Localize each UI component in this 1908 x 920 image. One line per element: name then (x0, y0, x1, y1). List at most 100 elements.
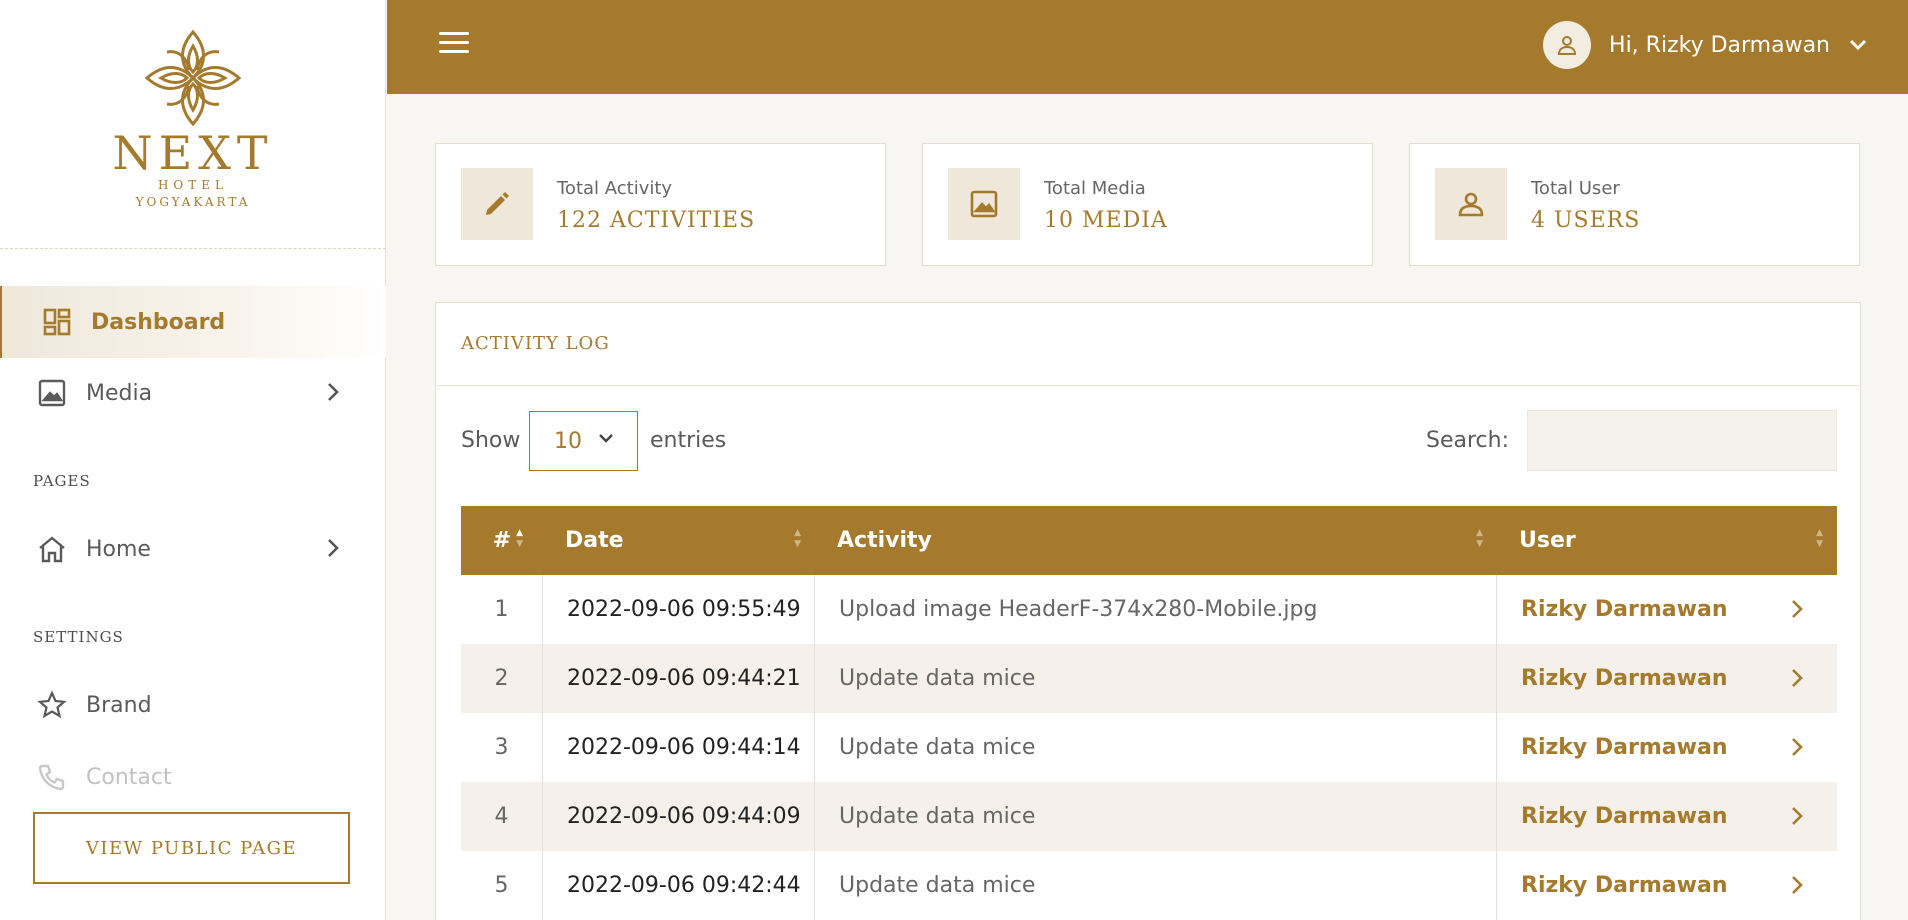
user-link[interactable]: Rizky Darmawan (1521, 804, 1727, 829)
image-icon (36, 377, 68, 409)
sidebar: NEXT HOTEL YOGYAKARTA Dashboard Media PA… (0, 0, 386, 920)
search-input[interactable] (1527, 410, 1837, 471)
user-link[interactable]: Rizky Darmawan (1521, 597, 1727, 622)
star-icon (36, 689, 68, 721)
section-heading-pages: PAGES (33, 472, 91, 490)
phone-icon (36, 761, 68, 793)
sidebar-item-media[interactable]: Media (0, 357, 386, 429)
stat-card-media: Total Media 10 MEDIA (922, 143, 1373, 266)
panel-title: ACTIVITY LOG (461, 333, 610, 354)
activity-table: # ▲ ▼ Date ▲ ▼ Activity ▲ ▼ User ▲ ▼ 1 2022-… (461, 506, 1837, 920)
table-row: 4 2022-09-06 09:44:09 Update data mice R… (461, 782, 1837, 851)
stat-label: Total User (1531, 178, 1620, 199)
row-number: 1 (461, 575, 543, 644)
user-menu[interactable]: Hi, Rizky Darmawan (1543, 20, 1868, 70)
sort-icon: ▲ ▼ (794, 528, 801, 549)
user-link[interactable]: Rizky Darmawan (1521, 666, 1727, 691)
row-number: 2 (461, 644, 543, 713)
row-user[interactable]: Rizky Darmawan (1497, 644, 1837, 713)
show-label: Show (461, 428, 521, 453)
entries-label: entries (650, 428, 727, 453)
user-greeting: Hi, Rizky Darmawan (1609, 32, 1830, 58)
user-icon (1435, 168, 1507, 240)
row-activity: Update data mice (815, 782, 1497, 851)
topbar: Hi, Rizky Darmawan (387, 0, 1908, 94)
stat-card-activity: Total Activity 122 ACTIVITIES (435, 143, 886, 266)
entries-value: 10 (554, 428, 582, 454)
row-user[interactable]: Rizky Darmawan (1497, 713, 1837, 782)
sidebar-item-label: Brand (86, 692, 152, 718)
pencil-icon (461, 168, 533, 240)
table-row: 3 2022-09-06 09:44:14 Update data mice R… (461, 713, 1837, 782)
stat-label: Total Media (1044, 178, 1146, 199)
chevron-right-icon[interactable] (1791, 599, 1803, 619)
stat-value: 4 USERS (1531, 208, 1641, 233)
row-activity: Update data mice (815, 644, 1497, 713)
sidebar-item-contact[interactable]: Contact (0, 741, 386, 813)
row-date: 2022-09-06 09:44:14 (543, 713, 815, 782)
row-date: 2022-09-06 09:55:49 (543, 575, 815, 644)
sort-icon: ▲ ▼ (1816, 528, 1823, 549)
chevron-down-icon (599, 434, 613, 443)
user-icon (1558, 36, 1577, 55)
table-row: 2 2022-09-06 09:44:21 Update data mice R… (461, 644, 1837, 713)
image-icon (948, 168, 1020, 240)
sidebar-item-home[interactable]: Home (0, 513, 386, 585)
chevron-right-icon[interactable] (1791, 668, 1803, 688)
chevron-right-icon[interactable] (1791, 737, 1803, 757)
column-header-date[interactable]: Date ▲ ▼ (543, 506, 815, 575)
row-activity: Update data mice (815, 851, 1497, 920)
row-number: 3 (461, 713, 543, 782)
row-activity: Upload image HeaderF-374x280-Mobile.jpg (815, 575, 1497, 644)
activity-log-panel: ACTIVITY LOG Show 10 entries Search: # ▲… (435, 302, 1861, 920)
dashboard-icon (41, 306, 73, 338)
sidebar-item-label: Contact (86, 764, 172, 790)
avatar (1543, 21, 1592, 69)
row-date: 2022-09-06 09:42:44 (543, 851, 815, 920)
brand-logo[interactable]: NEXT HOTEL YOGYAKARTA (0, 28, 386, 210)
sidebar-item-label: Media (86, 380, 153, 406)
stat-card-users: Total User 4 USERS (1409, 143, 1860, 266)
table-row: 5 2022-09-06 09:42:44 Update data mice R… (461, 851, 1837, 920)
table-header: # ▲ ▼ Date ▲ ▼ Activity ▲ ▼ User ▲ ▼ (461, 506, 1837, 575)
sidebar-item-brand[interactable]: Brand (0, 669, 386, 741)
entries-select[interactable]: 10 (529, 411, 638, 471)
chevron-down-icon (1849, 39, 1867, 51)
row-date: 2022-09-06 09:44:09 (543, 782, 815, 851)
column-header-number[interactable]: # ▲ ▼ (461, 506, 543, 575)
view-public-page-button[interactable]: VIEW PUBLIC PAGE (33, 812, 350, 884)
row-activity: Update data mice (815, 713, 1497, 782)
logo-divider (0, 248, 386, 249)
row-user[interactable]: Rizky Darmawan (1497, 782, 1837, 851)
row-number: 4 (461, 782, 543, 851)
sidebar-item-dashboard[interactable]: Dashboard (0, 286, 386, 358)
sort-icon: ▲ ▼ (1476, 528, 1483, 549)
stat-value: 122 ACTIVITIES (557, 208, 756, 233)
column-header-activity[interactable]: Activity ▲ ▼ (815, 506, 1497, 575)
stat-label: Total Activity (557, 178, 673, 199)
home-icon (36, 533, 68, 565)
search-label: Search: (1426, 428, 1509, 453)
row-user[interactable]: Rizky Darmawan (1497, 575, 1837, 644)
hamburger-icon[interactable] (439, 32, 469, 56)
sidebar-item-label: Home (86, 536, 151, 562)
user-link[interactable]: Rizky Darmawan (1521, 873, 1727, 898)
section-heading-settings: SETTINGS (33, 628, 124, 646)
user-link[interactable]: Rizky Darmawan (1521, 735, 1727, 760)
ornament-logo-icon (145, 29, 241, 127)
brand-subtitle: HOTEL (157, 178, 229, 192)
column-header-user[interactable]: User ▲ ▼ (1497, 506, 1837, 575)
brand-location: YOGYAKARTA (135, 195, 251, 209)
stat-value: 10 MEDIA (1044, 208, 1168, 233)
row-date: 2022-09-06 09:44:21 (543, 644, 815, 713)
brand-name: NEXT (112, 126, 274, 180)
chevron-right-icon (326, 381, 340, 409)
row-number: 5 (461, 851, 543, 920)
panel-divider (436, 385, 1860, 386)
sidebar-item-label: Dashboard (91, 309, 226, 335)
chevron-right-icon (326, 537, 340, 565)
chevron-right-icon[interactable] (1791, 806, 1803, 826)
chevron-right-icon[interactable] (1791, 875, 1803, 895)
row-user[interactable]: Rizky Darmawan (1497, 851, 1837, 920)
sort-icon: ▲ ▼ (516, 528, 523, 549)
